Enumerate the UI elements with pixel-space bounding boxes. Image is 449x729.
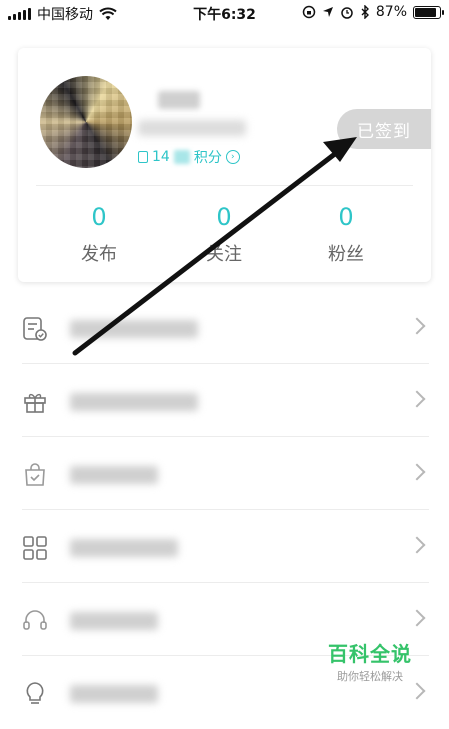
watermark-subtitle: 助你轻松解决: [337, 670, 403, 683]
shopping-bag-icon: [25, 463, 45, 486]
battery-icon: [413, 5, 444, 19]
stat-posts-label: 发布: [81, 244, 117, 265]
stat-followers-label: 粉丝: [328, 244, 364, 265]
avatar[interactable]: [40, 76, 132, 168]
stat-followers-count: 0: [338, 203, 354, 231]
menu-item[interactable]: [0, 438, 449, 510]
username-redacted[interactable]: [158, 91, 200, 109]
card-divider: [36, 185, 413, 186]
chevron-right-icon: [408, 682, 426, 700]
rotation-lock-icon: [302, 5, 316, 19]
document-check-icon: [23, 317, 47, 341]
menu-item-label-redacted: [70, 685, 158, 703]
menu-item-label-redacted: [70, 539, 178, 557]
profile-card: 14 积分 › 已签到 0 发布 0 关注 0 粉丝: [18, 48, 431, 282]
stat-following[interactable]: 0 关注: [179, 202, 269, 266]
stat-following-count: 0: [216, 203, 232, 231]
menu-item-label-redacted: [70, 320, 198, 338]
points-link[interactable]: 14 积分 ›: [138, 147, 240, 167]
menu-item[interactable]: [0, 365, 449, 437]
location-icon: [322, 7, 333, 17]
stat-posts-count: 0: [91, 203, 107, 231]
menu-item-label-redacted: [70, 393, 198, 411]
grid-apps-icon: [23, 536, 47, 560]
stat-following-label: 关注: [206, 244, 242, 265]
divider: [22, 582, 429, 583]
chevron-right-icon: [408, 463, 426, 481]
stat-followers[interactable]: 0 粉丝: [301, 202, 391, 266]
points-value: 14: [152, 149, 170, 165]
watermark-title: 百科全说: [328, 642, 412, 666]
user-subtitle-redacted: [138, 120, 246, 136]
status-right: 87%: [302, 4, 444, 20]
divider: [22, 363, 429, 364]
alarm-icon: [341, 7, 353, 19]
menu-item[interactable]: [0, 511, 449, 583]
gift-icon: [24, 393, 46, 413]
battery-percent: 87%: [375, 4, 407, 20]
divider: [22, 509, 429, 510]
menu-item-label-redacted: [70, 612, 158, 630]
lightbulb-icon: [26, 682, 44, 704]
stats-row: 0 发布 0 关注 0 粉丝: [18, 202, 431, 272]
chevron-right-icon: [408, 536, 426, 554]
points-icon: [138, 151, 148, 163]
chevron-right-icon: [408, 390, 426, 408]
menu-item-label-redacted: [70, 466, 158, 484]
chevron-right-icon: [408, 609, 426, 627]
divider: [22, 436, 429, 437]
sign-in-button[interactable]: 已签到: [337, 109, 431, 149]
headset-icon: [23, 610, 47, 630]
bluetooth-icon: [361, 5, 369, 19]
chevron-right-circle-icon: ›: [225, 150, 240, 164]
watermark-logo: 百科全说 助你轻松解决: [310, 642, 430, 684]
menu-item[interactable]: [0, 292, 449, 364]
points-value-redacted: [173, 150, 190, 164]
stat-posts[interactable]: 0 发布: [54, 202, 144, 266]
points-label: 积分: [193, 150, 222, 166]
status-bar: 中国移动 下午6:32 87%: [0, 0, 449, 26]
chevron-right-icon: [408, 317, 426, 335]
